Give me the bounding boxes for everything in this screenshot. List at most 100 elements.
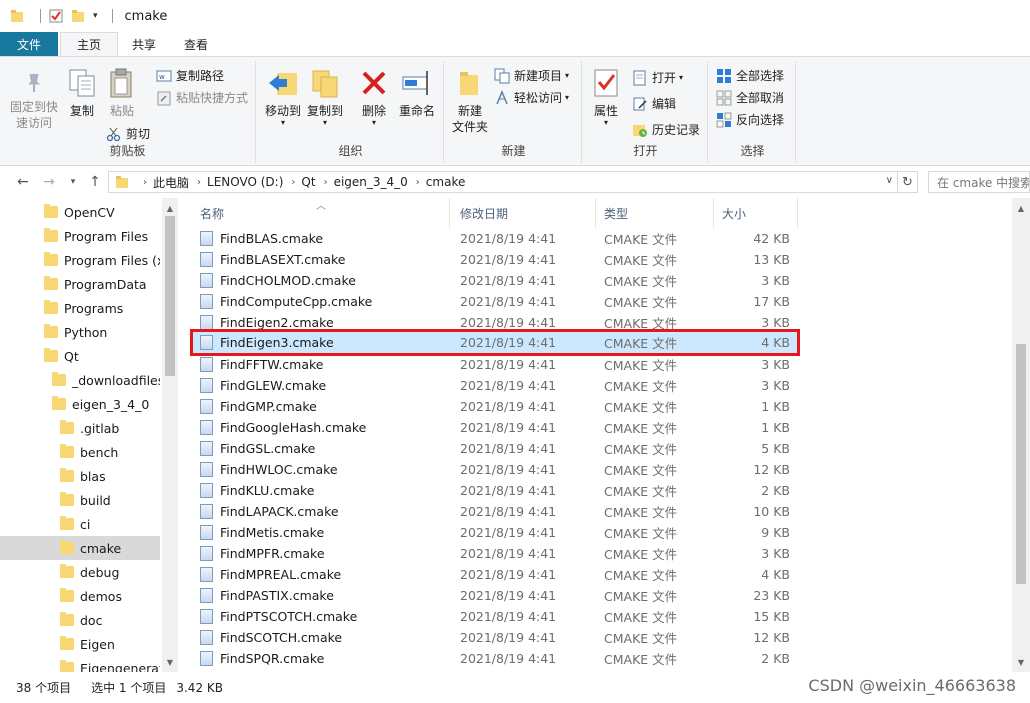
file-row[interactable]: FindGMP.cmake 2021/8/19 4:41 CMAKE 文件 1 KB	[190, 396, 798, 417]
nav-scrollbar[interactable]: ▲ ▼	[162, 198, 178, 672]
scroll-up-icon[interactable]: ▲	[1013, 200, 1029, 216]
back-button[interactable]: ←	[12, 171, 34, 193]
history-button[interactable]: 历史记录	[632, 121, 700, 138]
nav-item[interactable]: bench	[0, 440, 160, 464]
column-header-name[interactable]: 名称	[192, 198, 450, 228]
nav-item[interactable]: Programs	[0, 296, 160, 320]
nav-item[interactable]: eigen_3_4_0	[0, 392, 160, 416]
nav-item[interactable]: cmake	[0, 536, 160, 560]
properties-check-icon[interactable]	[49, 9, 63, 23]
nav-item[interactable]: .gitlab	[0, 416, 160, 440]
invert-selection-button[interactable]: 反向选择	[716, 111, 784, 128]
nav-item[interactable]: Eigengenerate	[0, 656, 160, 672]
nav-item[interactable]: demos	[0, 584, 160, 608]
nav-item[interactable]: Program Files	[0, 224, 160, 248]
nav-item[interactable]: Python	[0, 320, 160, 344]
select-all-button[interactable]: 全部选择	[716, 67, 784, 84]
file-list-scrollbar-thumb[interactable]	[1016, 344, 1026, 584]
nav-item[interactable]: Eigen	[0, 632, 160, 656]
file-row[interactable]: FindMPREAL.cmake 2021/8/19 4:41 CMAKE 文件 4 …	[190, 564, 798, 585]
file-row[interactable]: FindGLEW.cmake 2021/8/19 4:41 CMAKE 文件 3 KB	[190, 375, 798, 396]
customize-quick-access-icon[interactable]: ▾	[93, 11, 98, 21]
nav-item[interactable]: build	[0, 488, 160, 512]
breadcrumb-separator[interactable]: ›	[416, 177, 420, 188]
new-item-button[interactable]: 新建项目 ▾	[494, 67, 569, 84]
copy-to-button[interactable]: 复制到 ▾	[304, 67, 346, 127]
breadcrumb-separator[interactable]: ›	[291, 177, 295, 188]
tab-share[interactable]: 共享	[118, 32, 170, 56]
breadcrumb-separator[interactable]: ›	[324, 177, 328, 188]
breadcrumb-eigen[interactable]: eigen_3_4_0	[334, 175, 408, 189]
paste-shortcut-button[interactable]: 粘贴快捷方式	[156, 89, 248, 106]
file-row[interactable]: FindSCOTCH.cmake 2021/8/19 4:41 CMAKE 文件 12…	[190, 627, 798, 648]
breadcrumb-this-pc[interactable]: 此电脑	[153, 174, 189, 191]
pin-quick-access-button[interactable]: 固定到快 速访问	[8, 67, 60, 131]
copy-path-button[interactable]: w 复制路径	[156, 67, 224, 84]
nav-item-label: Programs	[64, 300, 124, 316]
nav-item[interactable]: _downloadfiles	[0, 368, 160, 392]
file-row[interactable]: FindFFTW.cmake 2021/8/19 4:41 CMAKE 文件 3 KB	[190, 354, 798, 375]
file-row-selected[interactable]: FindEigen3.cmake 2021/8/19 4:41 CMAKE 文件 4 …	[190, 329, 800, 356]
file-row[interactable]: FindPTSCOTCH.cmake 2021/8/19 4:41 CMAKE 文件…	[190, 606, 798, 627]
file-row[interactable]: FindGoogleHash.cmake 2021/8/19 4:41 CMAKE …	[190, 417, 798, 438]
easy-access-button[interactable]: 轻松访问 ▾	[494, 89, 569, 106]
nav-item-label: ci	[80, 516, 91, 532]
edit-button[interactable]: 编辑	[632, 95, 676, 112]
file-row[interactable]: FindCHOLMOD.cmake 2021/8/19 4:41 CMAKE 文件 3…	[190, 270, 798, 291]
file-row[interactable]: FindComputeCpp.cmake 2021/8/19 4:41 CMAKE …	[190, 291, 798, 312]
delete-button[interactable]: 删除 ▾	[356, 67, 392, 127]
file-row[interactable]: FindMetis.cmake 2021/8/19 4:41 CMAKE 文件 9 K…	[190, 522, 798, 543]
nav-item[interactable]: ci	[0, 512, 160, 536]
nav-item[interactable]: Qt	[0, 344, 160, 368]
address-bar[interactable]: › 此电脑 › LENOVO (D:) › Qt › eigen_3_4_0 ›…	[108, 171, 898, 193]
properties-button[interactable]: 属性 ▾	[588, 67, 624, 127]
nav-item[interactable]: doc	[0, 608, 160, 632]
scroll-down-icon[interactable]: ▼	[1013, 654, 1029, 670]
column-header-type[interactable]: 类型	[596, 198, 714, 228]
up-button[interactable]: ↑	[84, 171, 106, 193]
copy-button[interactable]: 复制	[64, 67, 100, 119]
paste-button[interactable]: 粘贴	[104, 67, 140, 119]
breadcrumb-cmake[interactable]: cmake	[426, 175, 466, 189]
cut-label: 剪切	[126, 127, 151, 141]
scroll-up-icon[interactable]: ▲	[162, 200, 178, 216]
move-to-button[interactable]: 移动到 ▾	[262, 67, 304, 127]
open-button[interactable]: 打开 ▾	[632, 69, 683, 86]
file-row[interactable]: FindPASTIX.cmake 2021/8/19 4:41 CMAKE 文件 23…	[190, 585, 798, 606]
forward-button[interactable]: →	[38, 171, 60, 193]
nav-item[interactable]: debug	[0, 560, 160, 584]
breadcrumb-separator[interactable]: ›	[197, 177, 201, 188]
file-list-scrollbar[interactable]: ▲ ▼	[1012, 198, 1030, 672]
refresh-button[interactable]: ↻	[898, 171, 918, 193]
breadcrumb-separator[interactable]: ›	[143, 177, 147, 188]
nav-item[interactable]: OpenCV	[0, 200, 160, 224]
recent-locations-button[interactable]: ▾	[62, 171, 84, 193]
column-header-size[interactable]: 大小	[714, 198, 798, 228]
address-dropdown-icon[interactable]: ∨	[886, 175, 893, 186]
file-row[interactable]: FindHWLOC.cmake 2021/8/19 4:41 CMAKE 文件 12 …	[190, 459, 798, 480]
cut-button[interactable]: 剪切	[106, 125, 150, 142]
select-none-button[interactable]: 全部取消	[716, 89, 784, 106]
tab-view[interactable]: 查看	[170, 32, 222, 56]
rename-button[interactable]: 重命名	[396, 67, 438, 119]
nav-scrollbar-thumb[interactable]	[165, 216, 175, 376]
nav-item[interactable]: blas	[0, 464, 160, 488]
column-header-date[interactable]: 修改日期	[452, 198, 596, 228]
nav-item[interactable]: Program Files (x86)	[0, 248, 160, 272]
scroll-down-icon[interactable]: ▼	[162, 654, 178, 670]
file-row[interactable]: FindKLU.cmake 2021/8/19 4:41 CMAKE 文件 2 KB	[190, 480, 798, 501]
breadcrumb-qt[interactable]: Qt	[301, 175, 315, 189]
new-folder-quick-icon[interactable]	[71, 9, 85, 23]
breadcrumb-drive[interactable]: LENOVO (D:)	[207, 175, 283, 189]
nav-item[interactable]: ProgramData	[0, 272, 160, 296]
file-row[interactable]: FindBLASEXT.cmake 2021/8/19 4:41 CMAKE 文件 1…	[190, 249, 798, 270]
file-row[interactable]: FindMPFR.cmake 2021/8/19 4:41 CMAKE 文件 3 KB	[190, 543, 798, 564]
file-row[interactable]: FindBLAS.cmake 2021/8/19 4:41 CMAKE 文件 42 K…	[190, 228, 798, 249]
file-row[interactable]: FindGSL.cmake 2021/8/19 4:41 CMAKE 文件 5 KB	[190, 438, 798, 459]
new-folder-button[interactable]: 新建 文件夹	[448, 67, 492, 135]
file-row[interactable]: FindLAPACK.cmake 2021/8/19 4:41 CMAKE 文件 10…	[190, 501, 798, 522]
file-row[interactable]: FindSPQR.cmake 2021/8/19 4:41 CMAKE 文件 2 KB	[190, 648, 798, 669]
tab-home[interactable]: 主页	[60, 32, 118, 56]
tab-file[interactable]: 文件	[0, 32, 58, 56]
search-input[interactable]: 在 cmake 中搜索	[928, 171, 1030, 193]
